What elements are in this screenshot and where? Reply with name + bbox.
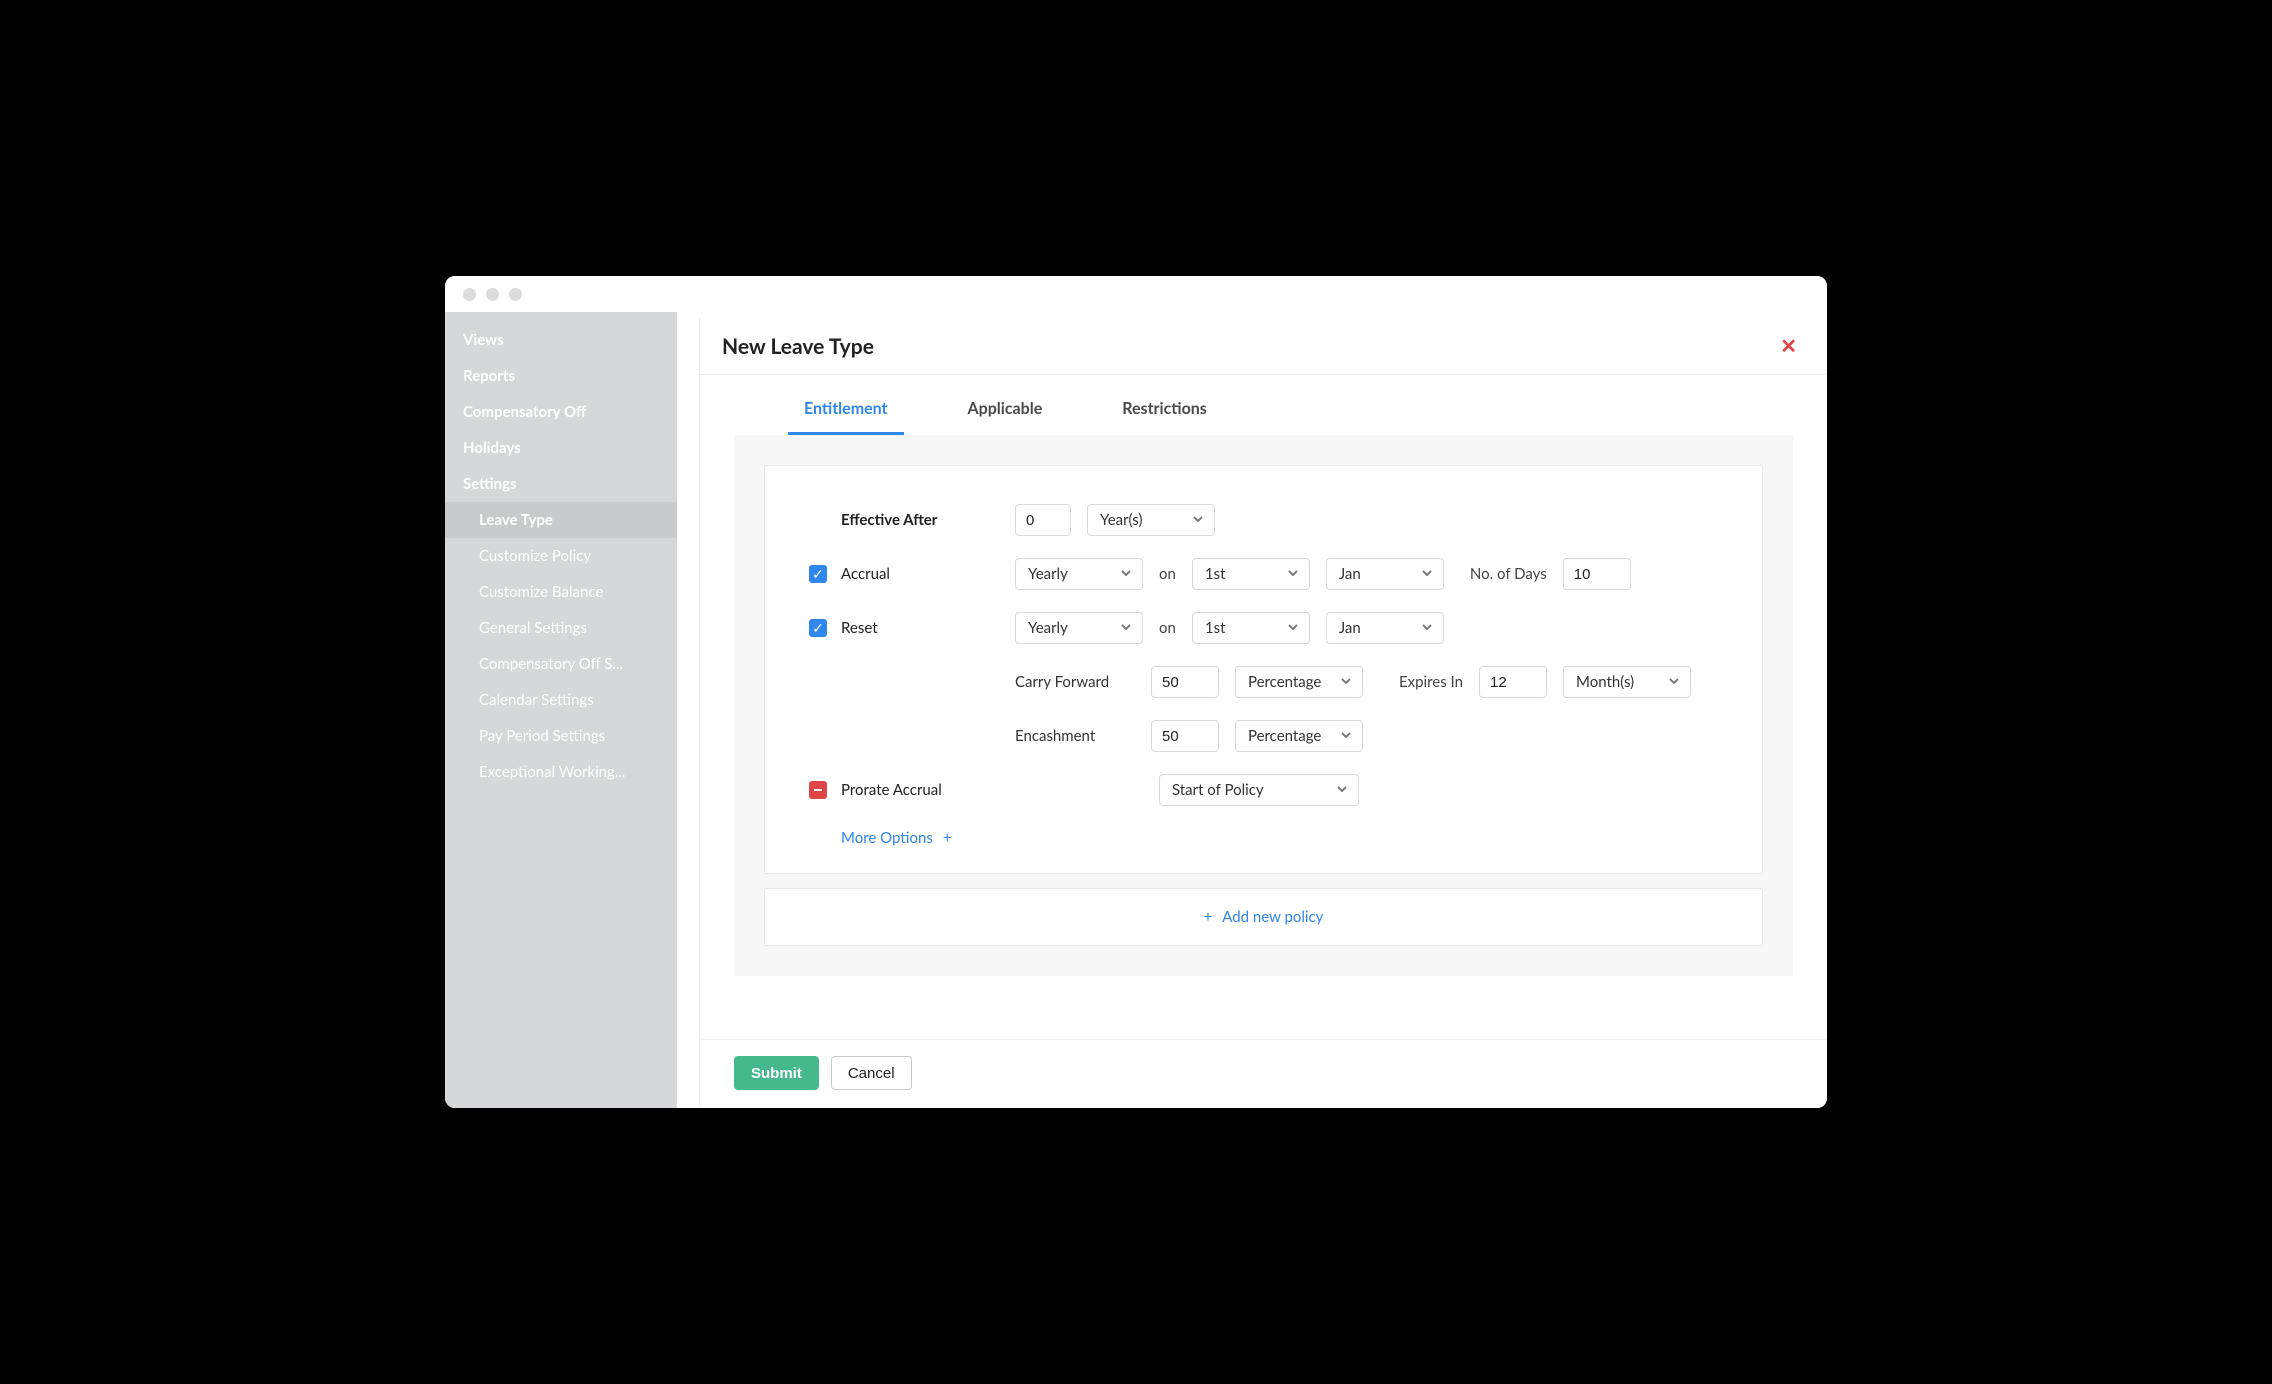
chevron-down-icon	[1287, 619, 1299, 637]
add-policy-label: Add new policy	[1222, 908, 1323, 926]
reset-day-select[interactable]: 1st	[1192, 612, 1310, 644]
window-min-dot[interactable]	[486, 288, 499, 301]
sidebar-item-views[interactable]: Views	[445, 322, 677, 358]
plus-icon: +	[1204, 908, 1213, 926]
sidebar-sub-customize-policy[interactable]: Customize Policy	[445, 538, 677, 574]
reset-label: Reset	[841, 619, 878, 637]
accrual-day-value: 1st	[1205, 565, 1226, 583]
sidebar-sub-general-settings[interactable]: General Settings	[445, 610, 677, 646]
tabs: Entitlement Applicable Restrictions	[734, 381, 1793, 435]
prorate-label: Prorate Accrual	[841, 781, 942, 799]
accrual-label: Accrual	[841, 565, 890, 583]
sidebar-item-reports[interactable]: Reports	[445, 358, 677, 394]
submit-button[interactable]: Submit	[734, 1056, 819, 1090]
expires-unit-value: Month(s)	[1576, 673, 1634, 691]
sidebar-item-comp-off[interactable]: Compensatory Off	[445, 394, 677, 430]
row-effective-after: Effective After Year(s)	[809, 504, 1718, 536]
tab-applicable[interactable]: Applicable	[958, 381, 1053, 434]
chevron-down-icon	[1668, 673, 1680, 691]
footer: Submit Cancel	[700, 1039, 1827, 1108]
encashment-unit-value: Percentage	[1248, 727, 1321, 745]
accrual-month-value: Jan	[1339, 565, 1361, 583]
no-of-days-label: No. of Days	[1470, 565, 1547, 583]
chevron-down-icon	[1421, 619, 1433, 637]
chevron-down-icon	[1287, 565, 1299, 583]
effective-after-input[interactable]	[1015, 504, 1071, 536]
reset-on-label: on	[1159, 619, 1176, 637]
reset-period-value: Yearly	[1028, 619, 1068, 637]
content-area: Views Reports Compensatory Off Holidays …	[445, 312, 1827, 1108]
main-area: New Leave Type ✕ Entitlement Applicable …	[677, 312, 1827, 1108]
chevron-down-icon	[1336, 781, 1348, 799]
sidebar-sub-customize-balance[interactable]: Customize Balance	[445, 574, 677, 610]
row-encashment: Encashment Percentage	[809, 720, 1718, 752]
chevron-down-icon	[1120, 619, 1132, 637]
sidebar-sub-compoff-settings[interactable]: Compensatory Off S...	[445, 646, 677, 682]
effective-after-unit-select[interactable]: Year(s)	[1087, 504, 1215, 536]
reset-checkbox[interactable]: ✓	[809, 619, 827, 637]
form-area: Effective After Year(s)	[734, 435, 1793, 976]
reset-day-value: 1st	[1205, 619, 1226, 637]
effective-after-unit-value: Year(s)	[1100, 511, 1142, 529]
prorate-option-value: Start of Policy	[1172, 781, 1264, 799]
panel: New Leave Type ✕ Entitlement Applicable …	[699, 318, 1827, 1108]
tab-restrictions[interactable]: Restrictions	[1112, 381, 1217, 434]
close-icon[interactable]: ✕	[1772, 332, 1805, 360]
more-options-link[interactable]: More Options +	[841, 829, 952, 847]
window-close-dot[interactable]	[463, 288, 476, 301]
policy-card: Effective After Year(s)	[764, 465, 1763, 874]
prorate-option-select[interactable]: Start of Policy	[1159, 774, 1359, 806]
accrual-period-value: Yearly	[1028, 565, 1068, 583]
accrual-on-label: on	[1159, 565, 1176, 583]
carry-forward-input[interactable]	[1151, 666, 1219, 698]
no-of-days-input[interactable]	[1563, 558, 1631, 590]
chevron-down-icon	[1421, 565, 1433, 583]
reset-month-value: Jan	[1339, 619, 1361, 637]
row-prorate: Prorate Accrual Start of Policy	[809, 774, 1718, 806]
tab-entitlement[interactable]: Entitlement	[794, 381, 898, 434]
window-max-dot[interactable]	[509, 288, 522, 301]
panel-body: Entitlement Applicable Restrictions Effe…	[700, 375, 1827, 1039]
sidebar: Views Reports Compensatory Off Holidays …	[445, 312, 677, 1108]
sidebar-item-settings[interactable]: Settings	[445, 466, 677, 502]
page-title: New Leave Type	[722, 334, 874, 359]
sidebar-sub-pay-period[interactable]: Pay Period Settings	[445, 718, 677, 754]
sidebar-sub-exceptional-working[interactable]: Exceptional Working...	[445, 754, 677, 790]
encashment-input[interactable]	[1151, 720, 1219, 752]
row-reset: ✓ Reset Yearly on 1st	[809, 612, 1718, 644]
reset-month-select[interactable]: Jan	[1326, 612, 1444, 644]
carry-forward-unit-value: Percentage	[1248, 673, 1321, 691]
sidebar-sub-calendar-settings[interactable]: Calendar Settings	[445, 682, 677, 718]
chevron-down-icon	[1340, 727, 1352, 745]
effective-after-label: Effective After	[841, 511, 937, 529]
chevron-down-icon	[1340, 673, 1352, 691]
row-accrual: ✓ Accrual Yearly on 1st	[809, 558, 1718, 590]
expires-unit-select[interactable]: Month(s)	[1563, 666, 1691, 698]
expires-in-input[interactable]	[1479, 666, 1547, 698]
panel-header: New Leave Type ✕	[700, 318, 1827, 375]
accrual-period-select[interactable]: Yearly	[1015, 558, 1143, 590]
reset-period-select[interactable]: Yearly	[1015, 612, 1143, 644]
sidebar-item-holidays[interactable]: Holidays	[445, 430, 677, 466]
accrual-day-select[interactable]: 1st	[1192, 558, 1310, 590]
prorate-checkbox[interactable]	[809, 781, 827, 799]
sidebar-sub-leave-type[interactable]: Leave Type	[445, 502, 677, 538]
add-policy-button[interactable]: + Add new policy	[764, 888, 1763, 946]
carry-forward-unit-select[interactable]: Percentage	[1235, 666, 1363, 698]
row-carry-forward: Carry Forward Percentage Expires In Mont…	[809, 666, 1718, 698]
encashment-unit-select[interactable]: Percentage	[1235, 720, 1363, 752]
window-titlebar	[445, 276, 1827, 312]
carry-forward-label: Carry Forward	[1015, 673, 1135, 691]
chevron-down-icon	[1120, 565, 1132, 583]
chevron-down-icon	[1192, 511, 1204, 529]
plus-icon: +	[943, 829, 952, 847]
cancel-button[interactable]: Cancel	[831, 1056, 912, 1090]
encashment-label: Encashment	[1015, 727, 1135, 745]
expires-in-label: Expires In	[1399, 673, 1463, 691]
accrual-month-select[interactable]: Jan	[1326, 558, 1444, 590]
accrual-checkbox[interactable]: ✓	[809, 565, 827, 583]
more-options-label: More Options	[841, 829, 933, 847]
window-frame: Views Reports Compensatory Off Holidays …	[441, 272, 1831, 1112]
